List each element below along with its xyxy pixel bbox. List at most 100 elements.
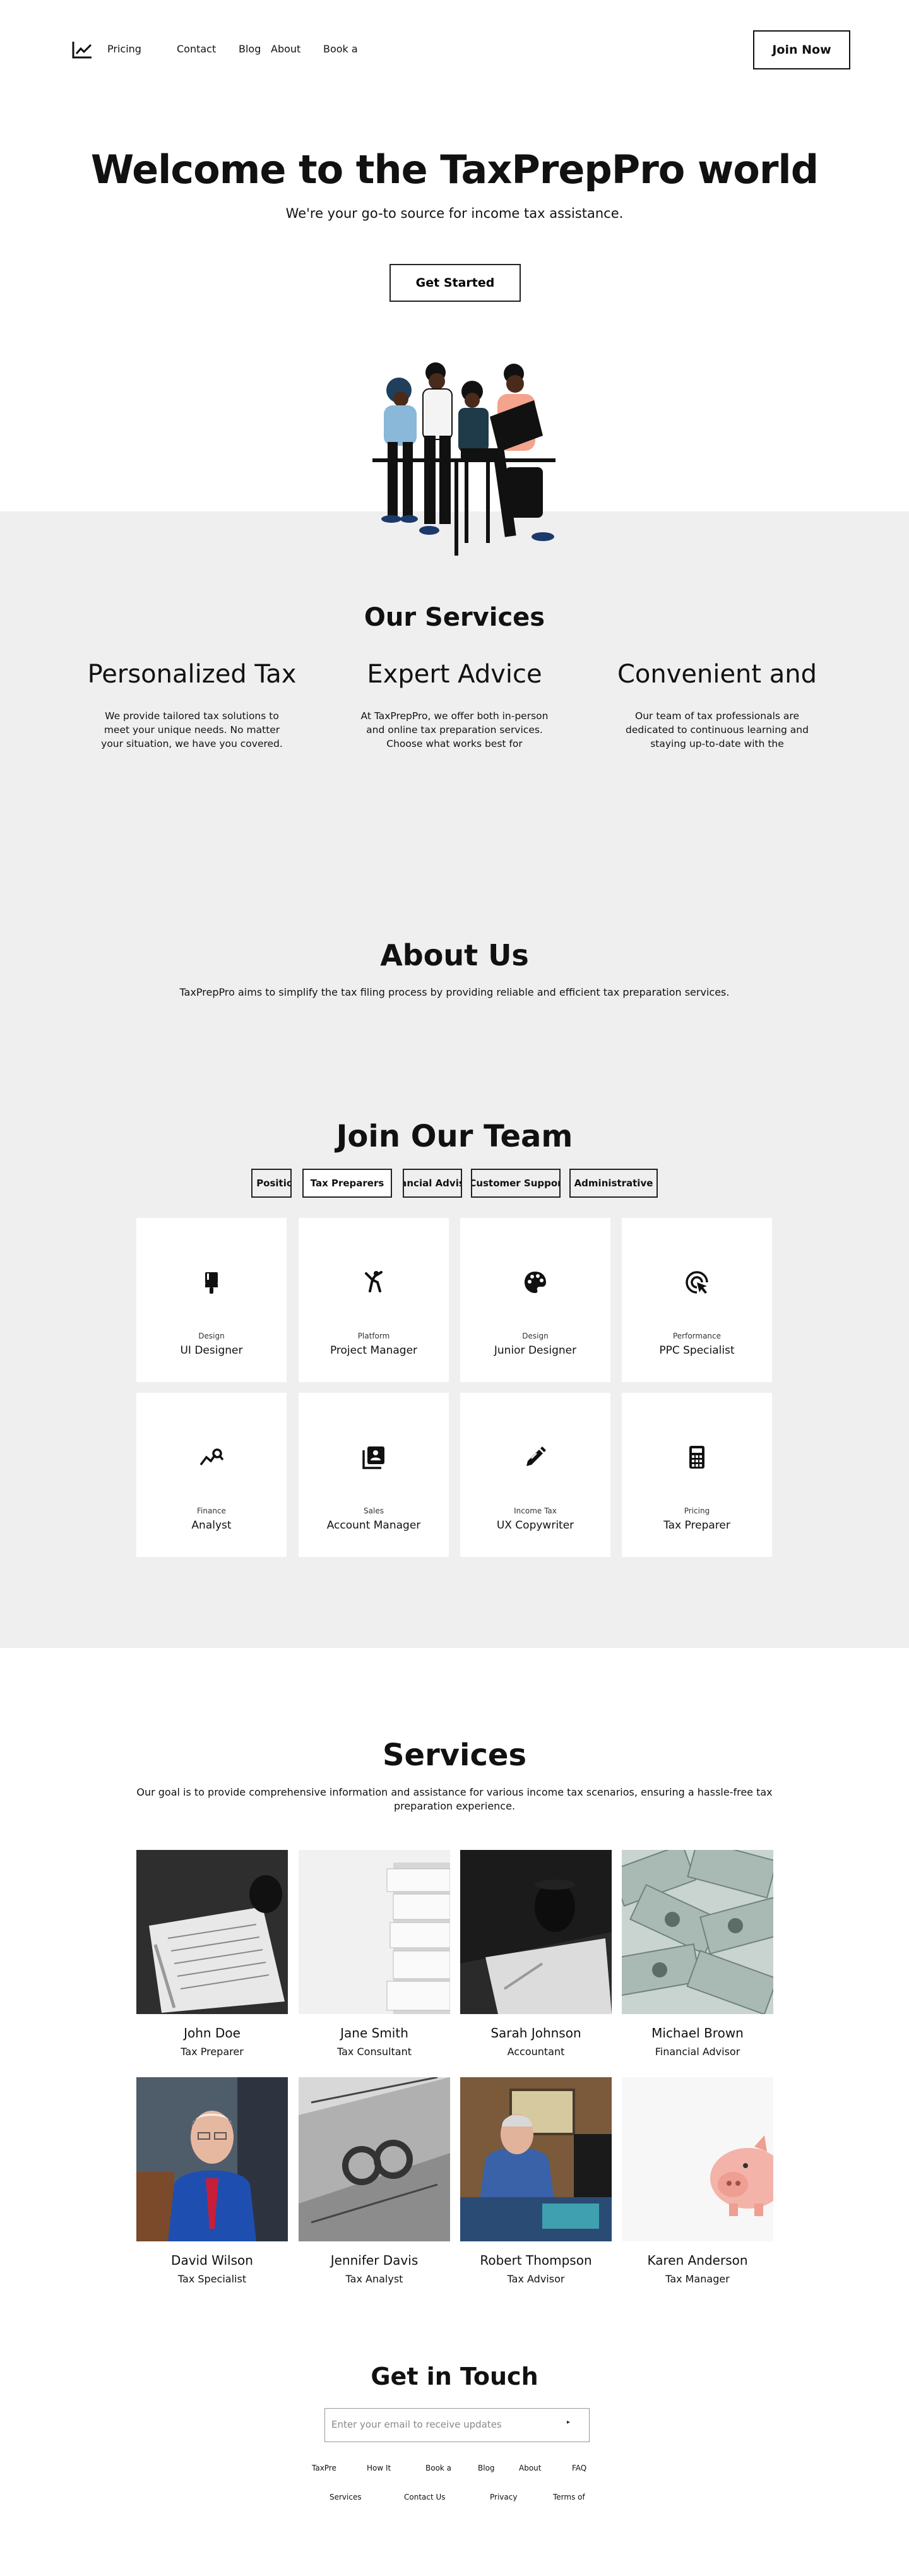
team-illustration (372, 362, 556, 556)
job-title: Account Manager (326, 1519, 421, 1532)
nav-link-about[interactable]: About (271, 43, 300, 55)
job-title: Analyst (191, 1519, 232, 1532)
email-subscribe-form: ▸ (324, 2408, 590, 2442)
job-card[interactable]: Performance PPC Specialist (622, 1218, 772, 1382)
job-card[interactable]: Design UI Designer (136, 1218, 287, 1382)
team-member-card[interactable]: Jane Smith Tax Consultant (299, 1850, 450, 2058)
member-role: Tax Specialist (177, 2273, 247, 2285)
service-column-title: Personalized Tax (87, 660, 297, 689)
footer-link[interactable]: Services (330, 2493, 362, 2501)
nav-link-contact[interactable]: Contact (177, 43, 216, 55)
team-member-card[interactable]: Robert Thompson Tax Advisor (460, 2077, 612, 2285)
team-member-card[interactable]: Sarah Johnson Accountant (460, 1850, 612, 2058)
join-now-button[interactable]: Join Now (753, 30, 850, 69)
team-title: Join Our Team (336, 1119, 573, 1154)
job-title: Junior Designer (494, 1344, 577, 1357)
footer-link[interactable]: FAQ (572, 2464, 586, 2472)
tab-tax-preparers[interactable]: Tax Preparers (302, 1169, 392, 1198)
job-category: Finance (197, 1506, 226, 1515)
job-category: Design (522, 1332, 549, 1340)
edit-pen-icon (526, 1446, 546, 1466)
member-role: Tax Manager (665, 2273, 730, 2285)
tab-administrative[interactable]: Administrative (569, 1169, 658, 1198)
businessman-desk-photo (460, 2077, 612, 2241)
our-services-title: Our Services (364, 603, 545, 632)
calculator-icon (689, 1446, 704, 1469)
member-role: Tax Consultant (337, 2046, 412, 2058)
sports-figure-icon (365, 1271, 383, 1292)
nav-link-book[interactable]: Book a (323, 43, 358, 55)
team-member-card[interactable]: Karen Anderson Tax Manager (622, 2077, 773, 2285)
job-card[interactable]: Platform Project Manager (299, 1218, 449, 1382)
member-role: Financial Advisor (655, 2046, 740, 2058)
arrow-right-icon[interactable]: ▸ (567, 2419, 570, 2426)
footer-link[interactable]: Book a (425, 2464, 451, 2472)
member-name: John Doe (184, 2025, 241, 2041)
team-member-card[interactable]: John Doe Tax Preparer (136, 1850, 288, 2058)
contact-title: Get in Touch (371, 2363, 538, 2390)
member-role: Tax Preparer (181, 2046, 244, 2058)
service-column-text: We provide tailored tax solutions to mee… (101, 710, 283, 749)
footer-link[interactable]: Contact Us (404, 2493, 446, 2501)
footer-link[interactable]: TaxPre (312, 2464, 336, 2472)
paint-brush-icon (205, 1272, 218, 1294)
job-title: PPC Specialist (659, 1344, 735, 1357)
coffee-paperwork-photo (460, 1850, 612, 2014)
team-member-card[interactable]: Michael Brown Financial Advisor (622, 1850, 773, 2058)
job-title: UI Designer (180, 1344, 243, 1357)
piggy-bank-photo (622, 2077, 773, 2241)
job-card[interactable]: Pricing Tax Preparer (622, 1393, 772, 1557)
services-title: Services (382, 1738, 527, 1773)
currency-closeup-photo (299, 2077, 450, 2241)
member-role: Accountant (507, 2046, 565, 2058)
member-name: Sarah Johnson (490, 2025, 581, 2041)
job-category: Performance (672, 1332, 722, 1340)
job-card[interactable]: Income Tax UX Copywriter (460, 1393, 610, 1557)
member-role: Tax Advisor (507, 2273, 565, 2285)
tab-customer-support[interactable]: Customer Suppor (471, 1169, 561, 1198)
tax-forms-photo (136, 1850, 288, 2014)
about-title: About Us (380, 938, 529, 972)
contact-book-icon (362, 1446, 384, 1469)
footer-link[interactable]: How It (367, 2464, 391, 2472)
service-column-title: Expert Advice (367, 660, 542, 689)
footer-link[interactable]: Privacy (490, 2493, 517, 2501)
nav-link-pricing[interactable]: Pricing (107, 43, 141, 55)
services-text: Our goal is to provide comprehensive inf… (136, 1786, 773, 1812)
footer-link[interactable]: Terms of (553, 2493, 585, 2501)
footer-link[interactable]: About (519, 2464, 541, 2472)
nav-link-blog[interactable]: Blog (239, 43, 261, 55)
job-category: Income Tax (514, 1506, 557, 1515)
job-card[interactable]: Sales Account Manager (299, 1393, 449, 1557)
team-member-card[interactable]: Jennifer Davis Tax Analyst (299, 2077, 450, 2285)
tab-positions[interactable]: l Positio (251, 1169, 292, 1198)
dollar-bills-photo (622, 1850, 773, 2014)
member-name: Karen Anderson (647, 2253, 748, 2268)
job-category: Platform (357, 1332, 390, 1340)
hero-title: Welcome to the TaxPrepPro world (90, 146, 819, 193)
trend-chart-icon[interactable] (71, 40, 93, 59)
about-text: TaxPrepPro aims to simplify the tax fili… (179, 986, 730, 998)
member-name: Jane Smith (340, 2025, 408, 2041)
service-column: Convenient and Our team of tax professio… (603, 660, 831, 751)
job-card[interactable]: Design Junior Designer (460, 1218, 610, 1382)
job-category: Sales (364, 1506, 384, 1515)
job-card[interactable]: Finance Analyst (136, 1393, 287, 1557)
top-nav: Pricing Contact Blog About Book a Join N… (0, 0, 909, 101)
email-input[interactable] (325, 2409, 552, 2440)
service-column-title: Convenient and (617, 660, 817, 689)
team-member-card[interactable]: David Wilson Tax Specialist (136, 2077, 288, 2285)
member-role: Tax Analyst (345, 2273, 403, 2285)
service-column-text: Our team of tax professionals are dedica… (626, 710, 809, 749)
footer-link[interactable]: Blog (478, 2464, 495, 2472)
service-column-text: At TaxPrepPro, we offer both in-person a… (360, 710, 549, 749)
job-title: UX Copywriter (496, 1519, 574, 1532)
query-stats-icon (199, 1448, 224, 1466)
portrait-photo (136, 2077, 288, 2241)
member-name: Michael Brown (651, 2025, 744, 2041)
service-column: Personalized Tax We provide tailored tax… (78, 660, 306, 751)
get-started-button[interactable]: Get Started (389, 264, 521, 302)
tab-financial-advisors[interactable]: ancial Advis (403, 1169, 462, 1198)
member-name: David Wilson (171, 2253, 253, 2268)
service-column: Expert Advice At TaxPrepPro, we offer bo… (341, 660, 568, 751)
